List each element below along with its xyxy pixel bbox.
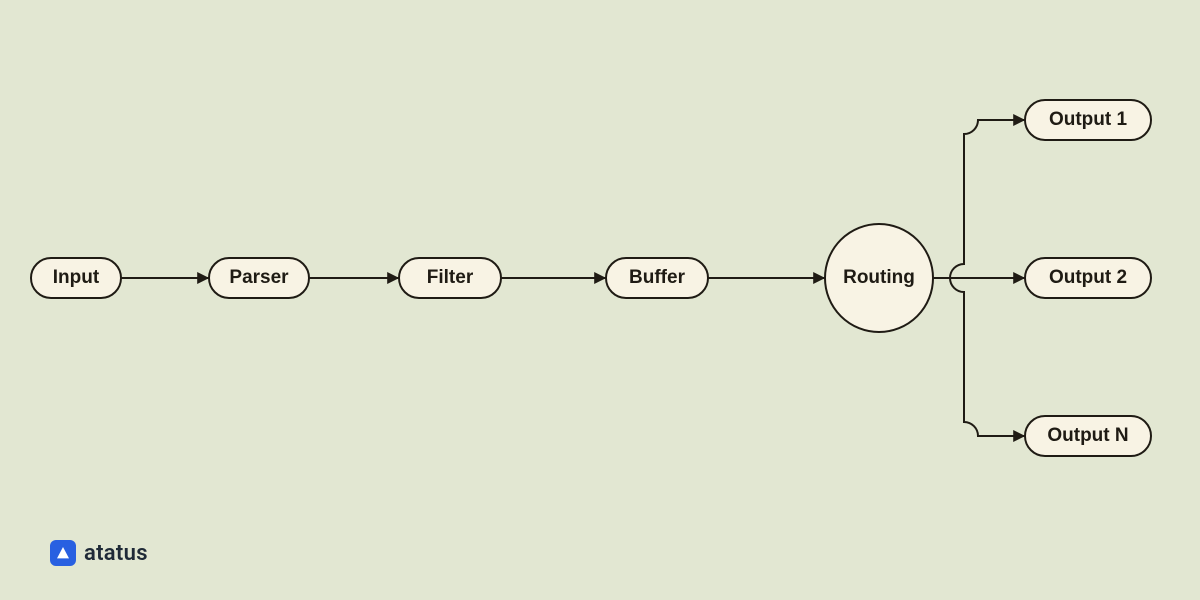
node-output-1: Output 1: [1024, 99, 1152, 141]
node-label: Output N: [1047, 425, 1128, 447]
node-input: Input: [30, 257, 122, 299]
node-label: Input: [53, 267, 99, 289]
brand: atatus: [50, 540, 148, 566]
node-label: Output 2: [1049, 267, 1127, 289]
node-label: Output 1: [1049, 109, 1127, 131]
node-buffer: Buffer: [605, 257, 709, 299]
node-label: Parser: [229, 267, 288, 289]
brand-name: atatus: [84, 541, 148, 566]
node-label: Buffer: [629, 267, 685, 289]
diagram-canvas: Input Parser Filter Buffer Routing Outpu…: [0, 0, 1200, 600]
node-label: Routing: [843, 267, 915, 289]
node-output-2: Output 2: [1024, 257, 1152, 299]
connectors-layer: [0, 0, 1200, 600]
brand-logo-icon: [50, 540, 76, 566]
node-output-n: Output N: [1024, 415, 1152, 457]
node-routing: Routing: [824, 223, 934, 333]
node-label: Filter: [427, 267, 473, 289]
node-parser: Parser: [208, 257, 310, 299]
edge-routing-out1: [934, 120, 1024, 278]
edge-routing-outN: [934, 278, 1024, 436]
node-filter: Filter: [398, 257, 502, 299]
